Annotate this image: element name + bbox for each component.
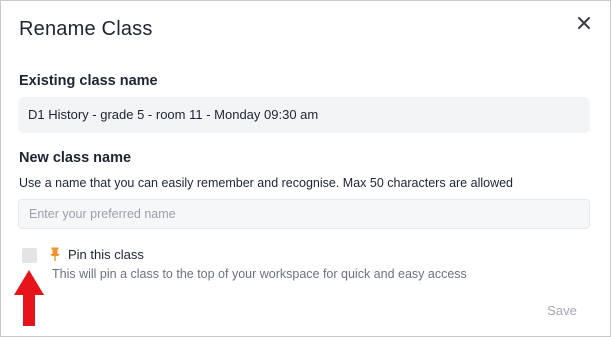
new-class-name-label: New class name — [19, 150, 132, 166]
pin-class-label: Pin this class — [68, 247, 144, 262]
rename-class-dialog: Rename Class Existing class name D1 Hist… — [0, 0, 611, 337]
new-class-name-input[interactable] — [18, 199, 590, 229]
pin-icon — [50, 247, 60, 261]
existing-class-name-label: Existing class name — [19, 73, 158, 89]
pin-class-description: This will pin a class to the top of your… — [52, 267, 467, 281]
new-class-name-helper: Use a name that you can easily remember … — [19, 176, 514, 190]
existing-class-name-box: D1 History - grade 5 - room 11 - Monday … — [18, 97, 590, 133]
close-icon — [578, 17, 590, 29]
pin-class-checkbox[interactable] — [22, 248, 37, 263]
red-arrow-up-icon — [14, 270, 44, 326]
existing-class-name-value: D1 History - grade 5 - room 11 - Monday … — [28, 107, 319, 122]
dialog-title: Rename Class — [19, 18, 153, 40]
close-button[interactable] — [573, 12, 595, 34]
save-button[interactable]: Save — [538, 298, 586, 322]
